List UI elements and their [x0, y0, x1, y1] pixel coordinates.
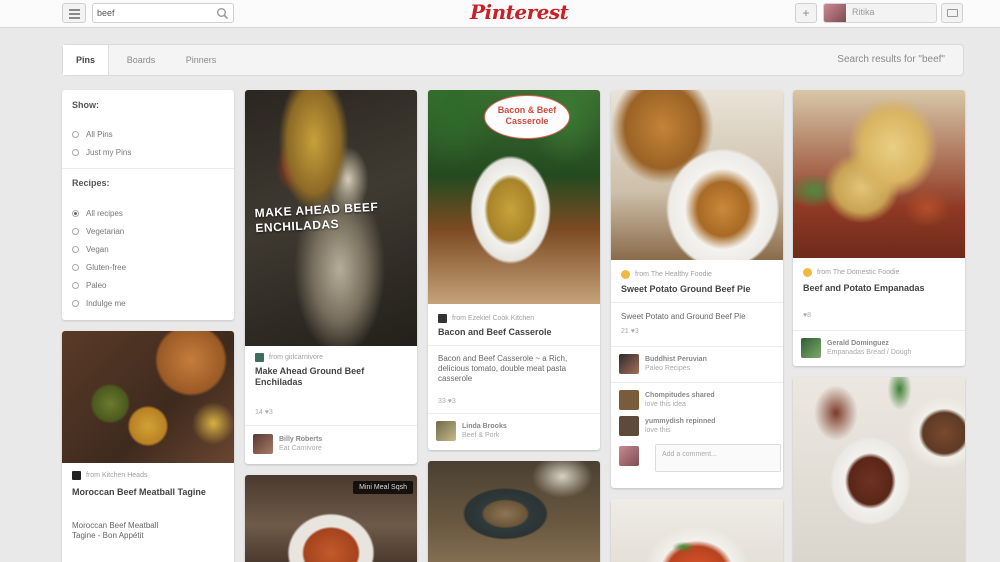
- radio-icon[interactable]: [72, 299, 79, 307]
- hamburger-icon: [69, 9, 80, 11]
- top-header: Pinterest + Ritika: [0, 0, 1000, 28]
- avatar[interactable]: [619, 416, 639, 436]
- tab-pinners[interactable]: Pinners: [171, 45, 231, 75]
- message-icon: [947, 9, 958, 17]
- filter-paleo[interactable]: Paleo: [72, 279, 106, 291]
- search-results-label: Search results for "beef": [837, 54, 945, 65]
- avatar[interactable]: [253, 434, 273, 454]
- source-icon: [255, 353, 264, 362]
- image-tag: Mini Meal Sqsh: [353, 481, 413, 494]
- radio-icon[interactable]: [72, 245, 79, 253]
- pin-beef-bowl[interactable]: [793, 377, 965, 562]
- user-name: Ritika: [852, 7, 875, 17]
- pinner-info[interactable]: Billy Roberts Eat Carnivore: [253, 434, 322, 454]
- pin-image[interactable]: Bacon & Beef Casserole: [428, 90, 600, 304]
- pin-moroccan-tagine[interactable]: from Kitchen Heads Moroccan Beef Meatbal…: [62, 331, 234, 562]
- pin-stats: ♥8: [803, 312, 812, 319]
- filter-all-pins[interactable]: All Pins: [72, 128, 113, 140]
- pin-image[interactable]: [62, 331, 234, 463]
- avatar[interactable]: [801, 338, 821, 358]
- comment-item: yummydish repinned love this: [619, 416, 715, 436]
- radio-icon[interactable]: [72, 148, 79, 156]
- avatar: [619, 446, 639, 466]
- divider: [62, 168, 234, 169]
- pinterest-logo[interactable]: Pinterest: [470, 0, 569, 26]
- user-profile-button[interactable]: Ritika: [823, 3, 937, 23]
- divider: [611, 346, 783, 347]
- filter-just-my-pins[interactable]: Just my Pins: [72, 146, 131, 158]
- pin-image[interactable]: [793, 377, 965, 562]
- filter-vegetarian[interactable]: Vegetarian: [72, 225, 124, 237]
- pin-image[interactable]: MAKE AHEAD BEEF ENCHILADAS: [245, 90, 417, 346]
- pin-lentil-bowl[interactable]: [428, 461, 600, 562]
- pin-bacon-beef-casserole[interactable]: Bacon & Beef Casserole from Ezekiel Cook…: [428, 90, 600, 450]
- pin-sweet-potato-pie[interactable]: from The Healthy Foodie Sweet Potato Gro…: [611, 90, 783, 488]
- pin-stats: 21 ♥3: [621, 328, 639, 335]
- pin-stats: 33 ♥3: [438, 398, 456, 405]
- filter-all-recipes[interactable]: All recipes: [72, 207, 123, 219]
- source-icon: [72, 471, 81, 480]
- divider: [428, 345, 600, 346]
- pin-beef-empanadas[interactable]: from The Domestic Foodie Beef and Potato…: [793, 90, 965, 366]
- pin-title[interactable]: Moroccan Beef Meatball Tagine: [72, 487, 222, 498]
- tab-pins[interactable]: Pins: [63, 45, 109, 75]
- add-pin-button[interactable]: +: [795, 3, 817, 23]
- pin-image[interactable]: [428, 461, 600, 562]
- comment-composer: [619, 446, 645, 466]
- radio-icon[interactable]: [72, 209, 79, 217]
- tab-boards[interactable]: Boards: [113, 45, 169, 75]
- divider: [428, 413, 600, 414]
- divider: [245, 425, 417, 426]
- comment-input[interactable]: Add a comment...: [655, 444, 781, 472]
- radio-icon[interactable]: [72, 281, 79, 289]
- pinner-info[interactable]: Gerald Dominguez Empanadas Bread / Dough: [801, 338, 911, 358]
- pin-image[interactable]: Mini Meal Sqsh: [245, 475, 417, 562]
- filter-gluten-free[interactable]: Gluten-free: [72, 261, 126, 273]
- pin-title[interactable]: Bacon and Beef Casserole: [438, 327, 588, 338]
- search-box[interactable]: [92, 3, 234, 23]
- radio-icon[interactable]: [72, 227, 79, 235]
- pin-image[interactable]: [611, 499, 783, 562]
- avatar[interactable]: [619, 354, 639, 374]
- image-caption: MAKE AHEAD BEEF ENCHILADAS: [254, 199, 379, 236]
- filter-vegan[interactable]: Vegan: [72, 243, 109, 255]
- source-icon: [803, 268, 812, 277]
- radio-icon[interactable]: [72, 263, 79, 271]
- pin-stats: 14 ♥3: [255, 409, 273, 416]
- pin-image[interactable]: [793, 90, 965, 258]
- filter-indulge-me[interactable]: Indulge me: [72, 297, 126, 309]
- pin-description: Moroccan Beef Meatball Tagine - Bon Appé…: [72, 521, 159, 540]
- filter-panel: Show: All Pins Just my Pins Recipes: All…: [62, 90, 234, 320]
- avatar[interactable]: [436, 421, 456, 441]
- radio-icon[interactable]: [72, 130, 79, 138]
- source-icon: [438, 314, 447, 323]
- show-heading: Show:: [72, 100, 99, 110]
- pinner-info[interactable]: Linda Brooks Beef & Pork: [436, 421, 507, 441]
- pin-description: Bacon and Beef Casserole ~ a Rich, delic…: [438, 354, 568, 383]
- divider: [611, 302, 783, 303]
- divider: [611, 382, 783, 383]
- recipes-heading: Recipes:: [72, 178, 110, 188]
- notifications-button[interactable]: [941, 3, 963, 23]
- comment-item: Chompitudes shared love this idea: [619, 390, 715, 410]
- search-tabs: Pins Boards Pinners Search results for "…: [62, 44, 964, 76]
- pin-pasta[interactable]: [611, 499, 783, 562]
- pin-title[interactable]: Beef and Potato Empanadas: [803, 283, 953, 294]
- pin-beef-enchiladas[interactable]: MAKE AHEAD BEEF ENCHILADAS from girlcarn…: [245, 90, 417, 464]
- pin-soup[interactable]: Mini Meal Sqsh: [245, 475, 417, 562]
- avatar: [824, 4, 846, 22]
- source-icon: [621, 270, 630, 279]
- menu-button[interactable]: [62, 3, 86, 23]
- image-caption: Bacon & Beef Casserole: [484, 95, 570, 139]
- divider: [793, 330, 965, 331]
- pinner-info[interactable]: Buddhist Peruvian Paleo Recipes: [619, 354, 707, 374]
- search-icon[interactable]: [216, 7, 229, 20]
- search-input[interactable]: [97, 5, 207, 21]
- pin-image[interactable]: [611, 90, 783, 260]
- pin-title[interactable]: Make Ahead Ground Beef Enchiladas: [255, 366, 405, 388]
- pin-description: Sweet Potato and Ground Beef Pie: [621, 312, 746, 321]
- avatar[interactable]: [619, 390, 639, 410]
- pin-title[interactable]: Sweet Potato Ground Beef Pie: [621, 284, 771, 295]
